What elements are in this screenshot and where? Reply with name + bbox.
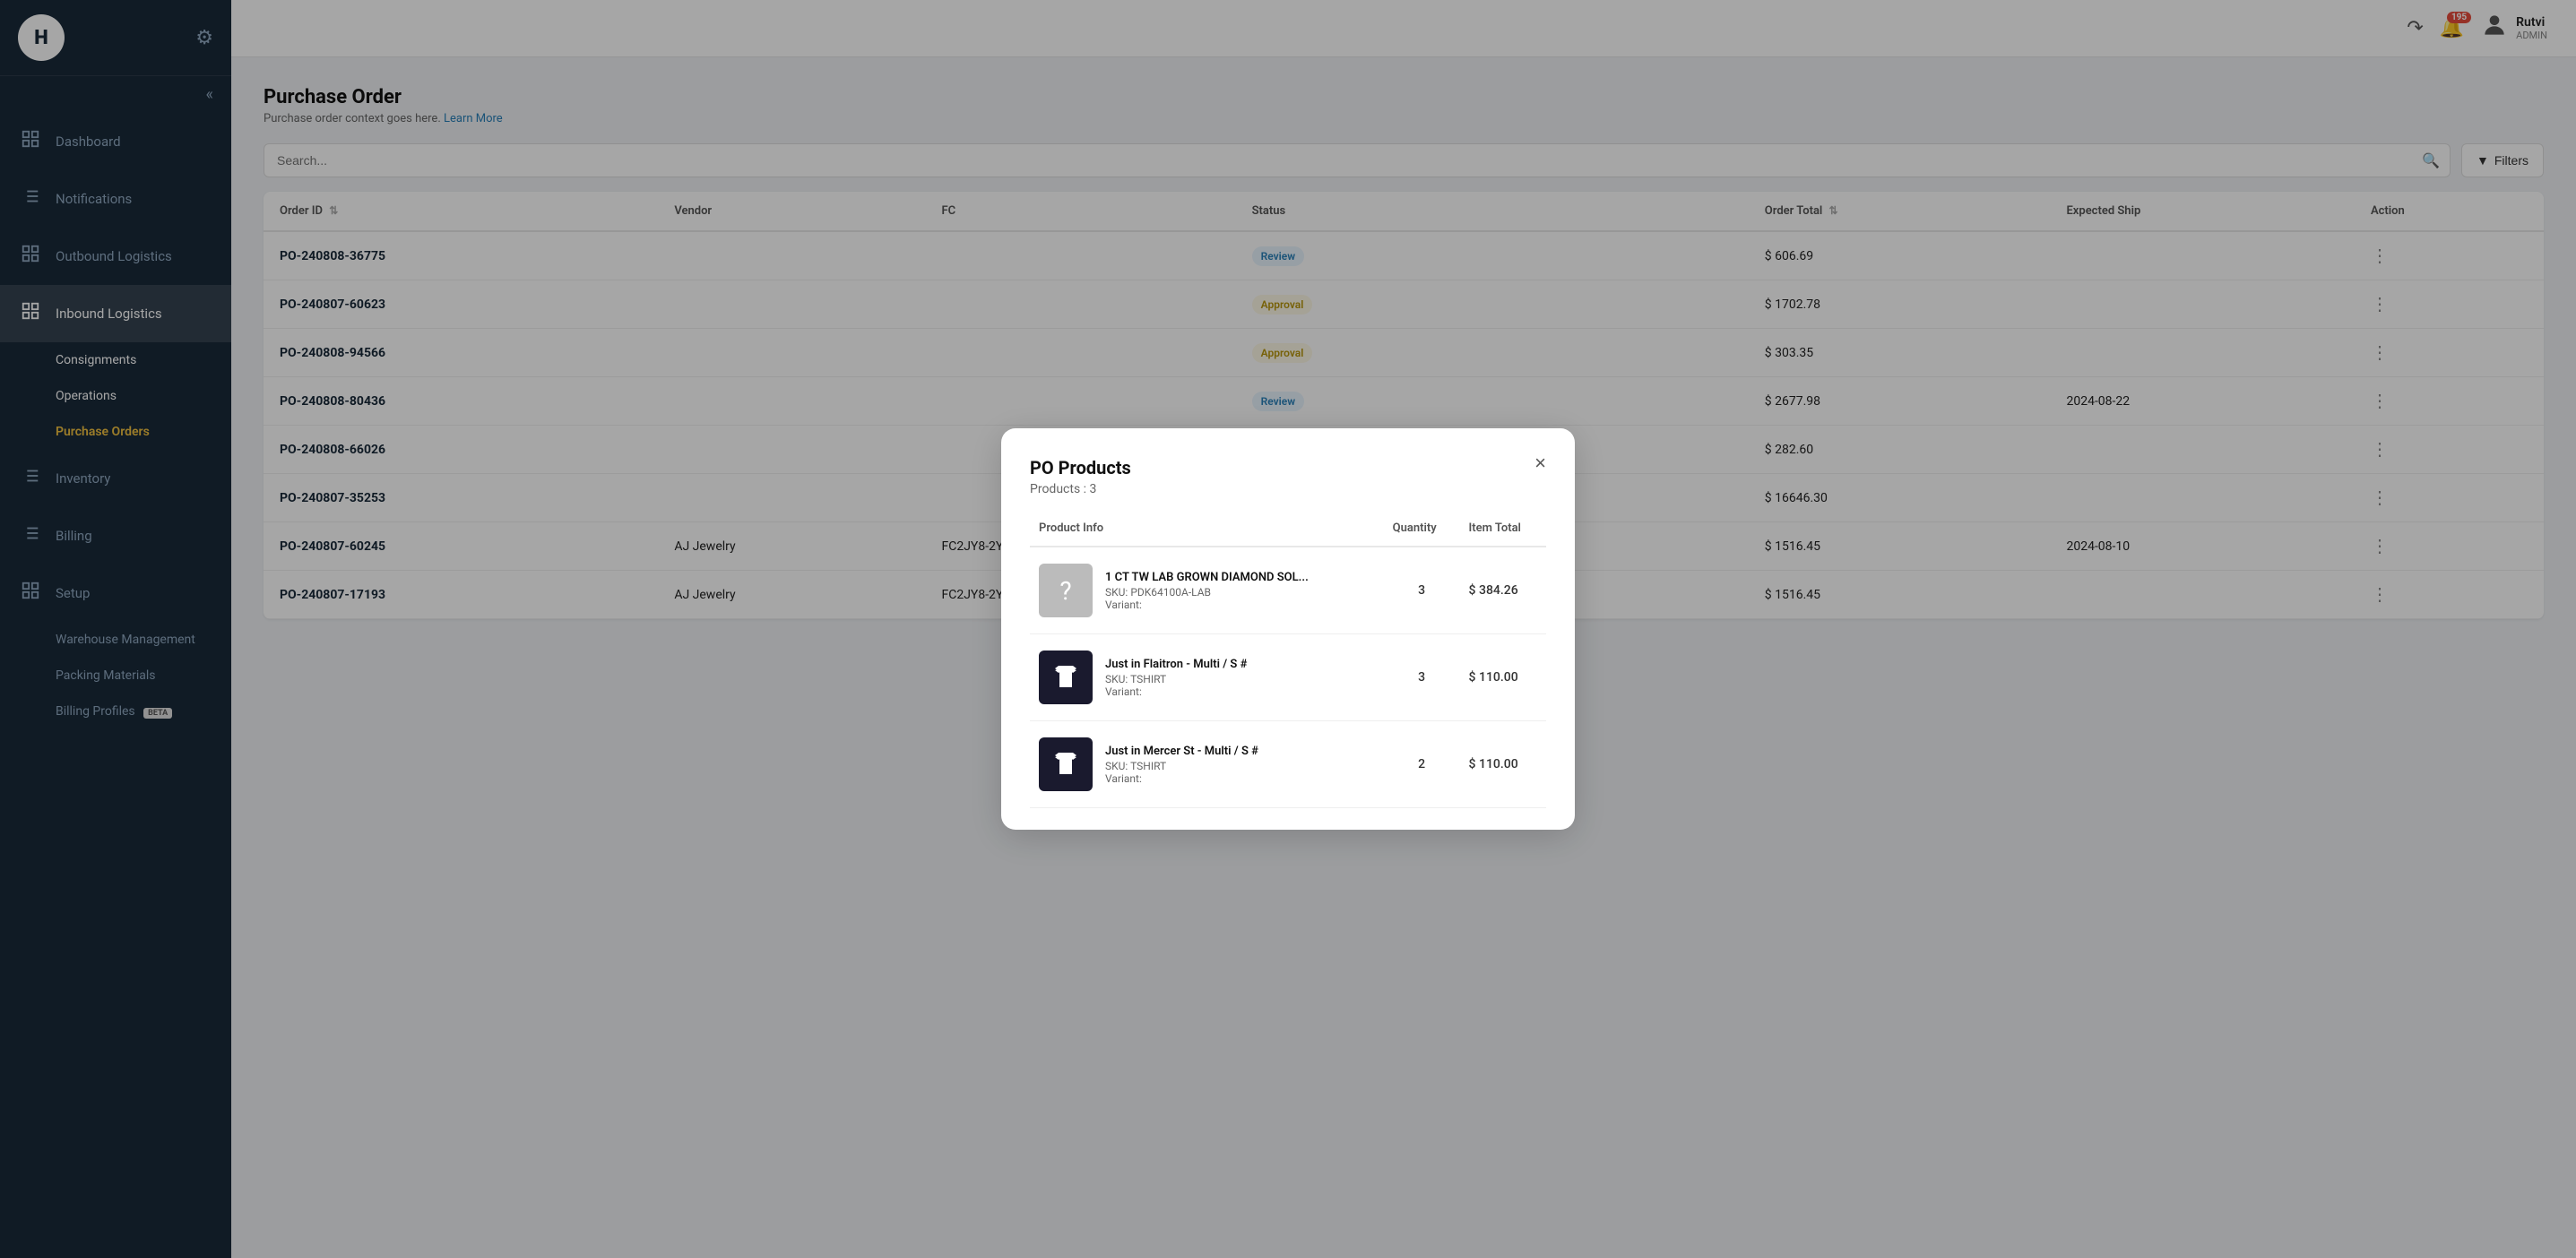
modal-close-button[interactable]: × <box>1534 453 1546 473</box>
product-sku: SKU: PDK64100A-LAB <box>1105 586 1309 599</box>
modal-col-item-total: Item Total <box>1460 511 1546 547</box>
modal-header: PO Products Products : 3 × <box>1030 457 1546 496</box>
modal-overlay[interactable]: PO Products Products : 3 × Product Info … <box>0 0 2576 1258</box>
product-quantity-cell: 3 <box>1384 634 1460 721</box>
product-variant: Variant: <box>1105 772 1258 785</box>
product-item-total-cell: $ 110.00 <box>1460 634 1546 721</box>
product-variant: Variant: <box>1105 599 1309 611</box>
product-row: Just in Mercer St - Multi / S # SKU: TSH… <box>1039 737 1375 791</box>
product-quantity-cell: 2 <box>1384 721 1460 808</box>
product-quantity-cell: 3 <box>1384 547 1460 634</box>
product-details: Just in Flaitron - Multi / S # SKU: TSHI… <box>1105 658 1247 698</box>
product-details: 1 CT TW LAB GROWN DIAMOND SOL... SKU: PD… <box>1105 571 1309 611</box>
product-item-total-cell: $ 110.00 <box>1460 721 1546 808</box>
product-name: Just in Mercer St - Multi / S # <box>1105 745 1258 758</box>
product-info-cell: ? 1 CT TW LAB GROWN DIAMOND SOL... SKU: … <box>1030 547 1384 634</box>
modal-col-product-info: Product Info <box>1030 511 1384 547</box>
product-info-cell: Just in Mercer St - Multi / S # SKU: TSH… <box>1030 721 1384 808</box>
modal-subtitle: Products : 3 <box>1030 482 1131 496</box>
modal-title: PO Products <box>1030 457 1131 478</box>
modal-product-row: Just in Mercer St - Multi / S # SKU: TSH… <box>1030 721 1546 808</box>
product-thumb-shirt <box>1039 651 1093 704</box>
modal-product-row: Just in Flaitron - Multi / S # SKU: TSHI… <box>1030 634 1546 721</box>
po-products-modal: PO Products Products : 3 × Product Info … <box>1001 428 1575 830</box>
product-row: Just in Flaitron - Multi / S # SKU: TSHI… <box>1039 651 1375 704</box>
product-name: 1 CT TW LAB GROWN DIAMOND SOL... <box>1105 571 1309 584</box>
product-row: ? 1 CT TW LAB GROWN DIAMOND SOL... SKU: … <box>1039 564 1375 617</box>
products-table: Product Info Quantity Item Total ? 1 CT … <box>1030 511 1546 808</box>
modal-col-quantity: Quantity <box>1384 511 1460 547</box>
product-sku: SKU: TSHIRT <box>1105 760 1258 772</box>
modal-product-row: ? 1 CT TW LAB GROWN DIAMOND SOL... SKU: … <box>1030 547 1546 634</box>
product-info-cell: Just in Flaitron - Multi / S # SKU: TSHI… <box>1030 634 1384 721</box>
product-details: Just in Mercer St - Multi / S # SKU: TSH… <box>1105 745 1258 785</box>
product-variant: Variant: <box>1105 685 1247 698</box>
product-sku: SKU: TSHIRT <box>1105 673 1247 685</box>
product-item-total-cell: $ 384.26 <box>1460 547 1546 634</box>
product-thumb-shirt <box>1039 737 1093 791</box>
product-thumb-placeholder: ? <box>1039 564 1093 617</box>
product-name: Just in Flaitron - Multi / S # <box>1105 658 1247 671</box>
